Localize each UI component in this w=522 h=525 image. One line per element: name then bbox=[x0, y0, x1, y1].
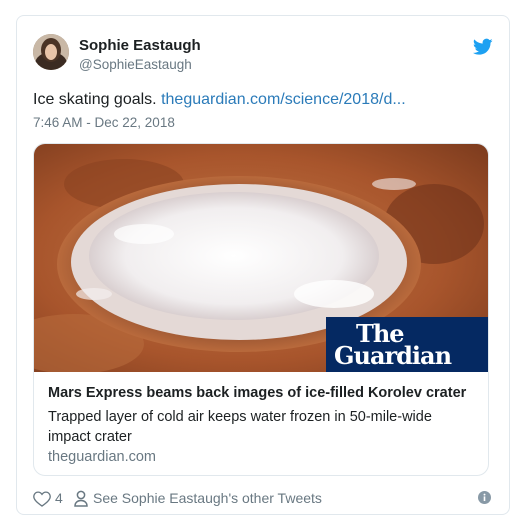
tweet-card: Sophie Eastaugh @SophieEastaugh Ice skat… bbox=[16, 15, 510, 515]
heart-icon[interactable] bbox=[33, 490, 51, 507]
tweet-timestamp[interactable]: 7:46 AM - Dec 22, 2018 bbox=[33, 115, 175, 130]
card-domain: theguardian.com bbox=[48, 449, 157, 465]
user-handle[interactable]: @SophieEastaugh bbox=[79, 57, 192, 72]
person-icon bbox=[74, 490, 88, 507]
tweet-header: Sophie Eastaugh @SophieEastaugh bbox=[33, 34, 493, 76]
display-name[interactable]: Sophie Eastaugh bbox=[79, 37, 201, 54]
guardian-logo: The Guardian bbox=[326, 317, 488, 372]
twitter-bird-icon[interactable] bbox=[472, 38, 493, 56]
card-title[interactable]: Mars Express beams back images of ice-fi… bbox=[48, 385, 466, 401]
crater-image: The Guardian bbox=[34, 144, 488, 372]
link-preview-card[interactable]: The Guardian Mars Express beams back ima… bbox=[33, 143, 489, 476]
tweet-link[interactable]: theguardian.com/science/2018/d... bbox=[161, 91, 406, 108]
card-description: Trapped layer of cold air keeps water fr… bbox=[48, 409, 432, 445]
tweet-text-body: Ice skating goals. bbox=[33, 91, 162, 108]
other-tweets-link[interactable]: See Sophie Eastaugh's other Tweets bbox=[93, 490, 322, 506]
avatar[interactable] bbox=[33, 34, 69, 70]
tweet-text: Ice skating goals. theguardian.com/scien… bbox=[33, 91, 406, 109]
info-icon[interactable] bbox=[478, 491, 491, 504]
like-count[interactable]: 4 bbox=[55, 490, 63, 506]
guardian-logo-line2: Guardian bbox=[334, 341, 452, 370]
tweet-footer: 4 See Sophie Eastaugh's other Tweets bbox=[33, 489, 493, 509]
